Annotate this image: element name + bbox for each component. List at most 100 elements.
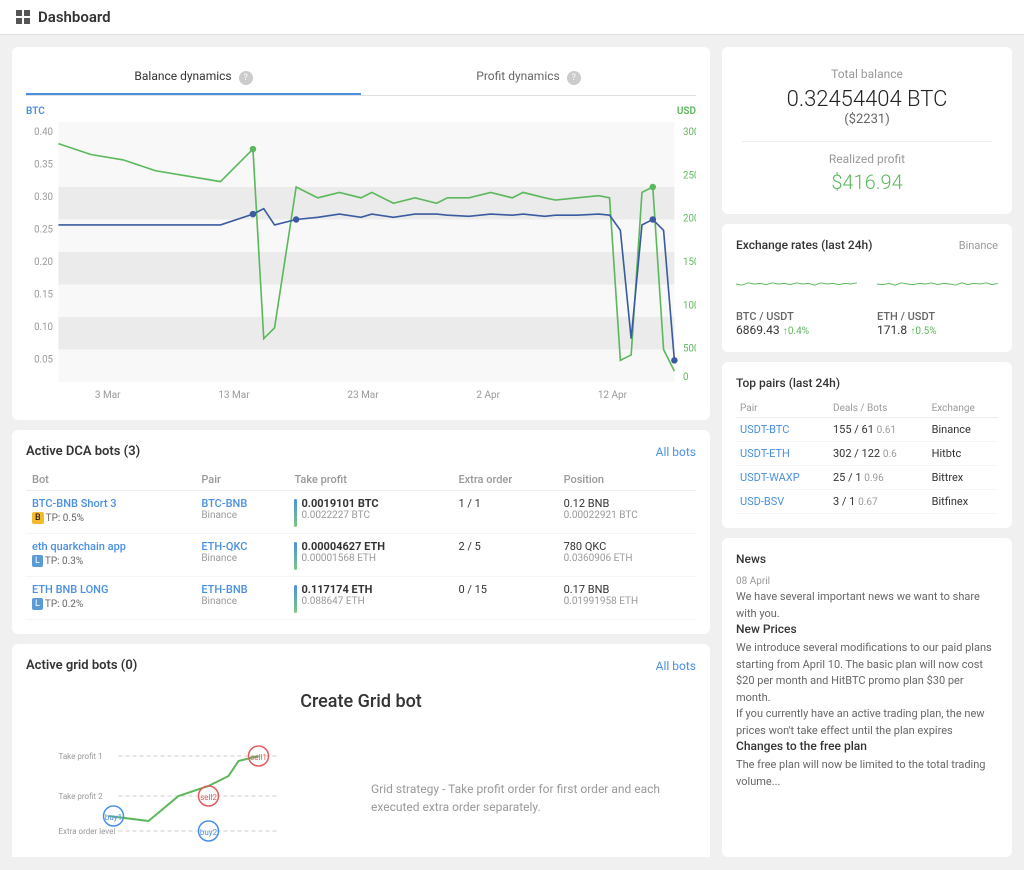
page-title: Dashboard: [38, 8, 111, 26]
grid-diagram: Take profit 1 Take profit 2 Extra order …: [26, 736, 351, 857]
bot-tp-cell: 0.00004627 ETH 0.00001568 ETH: [288, 534, 452, 577]
total-balance-label: Total balance: [742, 67, 992, 81]
svg-text:0.25: 0.25: [34, 224, 53, 235]
grid-all-bots-link[interactable]: All bots: [656, 659, 696, 673]
top-pairs-row: USD-BSV 3 / 1 0.67 Bitfinex: [736, 490, 998, 514]
top-pairs-row: USDT-WAXP 25 / 1 0.96 Bittrex: [736, 466, 998, 490]
news-body-2: If you currently have an active trading …: [736, 706, 998, 739]
svg-text:3000: 3000: [683, 127, 696, 138]
table-row: ETH BNB LONG L TP: 0.2% ETH-BNB Binance …: [26, 577, 696, 620]
table-row: eth quarkchain app L TP: 0.3% ETH-QKC Bi…: [26, 534, 696, 577]
exchange-rates-source: Binance: [959, 239, 998, 252]
col-position: Position: [558, 469, 696, 491]
col-take-profit: Take profit: [288, 469, 452, 491]
top-pair-name: USDT-ETH: [736, 442, 829, 466]
top-pairs-table: Pair Deals / Bots Exchange USDT-BTC 155 …: [736, 400, 998, 514]
top-pair-name: USD-BSV: [736, 490, 829, 514]
svg-text:0.30: 0.30: [34, 192, 53, 203]
svg-text:0.05: 0.05: [34, 354, 53, 365]
rate-items: BTC / USDT 6869.43 ↑0.4% ETH / USDT 171.…: [736, 264, 998, 338]
profit-help-icon[interactable]: ?: [567, 71, 581, 85]
top-pair-exchange: Hitbtc: [928, 442, 998, 466]
svg-text:0.40: 0.40: [34, 127, 53, 138]
grid-bots-header: Active grid bots (0) All bots: [26, 658, 696, 673]
realized-profit-value: $416.94: [742, 170, 992, 194]
svg-text:Extra order level: Extra order level: [59, 827, 116, 836]
svg-text:Take profit 2: Take profit 2: [59, 792, 104, 801]
grid-bots-card: Active grid bots (0) All bots Create Gri…: [12, 644, 710, 857]
news-body-3: The free plan will now be limited to the…: [736, 757, 998, 790]
exchange-rates-card: Exchange rates (last 24h) Binance BTC / …: [722, 224, 1012, 352]
bot-name-cell: eth quarkchain app L TP: 0.3%: [26, 534, 195, 577]
top-pair-name: USDT-WAXP: [736, 466, 829, 490]
top-pair-exchange: Bitfinex: [928, 490, 998, 514]
svg-text:0.20: 0.20: [34, 257, 53, 268]
total-balance-card: Total balance 0.32454404 BTC ($2231) Rea…: [722, 47, 1012, 214]
dca-bots-title: Active DCA bots (3): [26, 444, 140, 459]
rate-price-0: 6869.43 ↑0.4%: [736, 323, 857, 338]
y-label-left: BTC: [26, 106, 45, 117]
bot-position-cell: 780 QKC 0.0360906 ETH: [558, 534, 696, 577]
x-label-3: 23 Mar: [347, 390, 378, 401]
news-card: News 08 AprilWe have several important n…: [722, 538, 1012, 857]
bot-tp-cell: 0.0019101 BTC 0.0022227 BTC: [288, 491, 452, 534]
grid-icon: [16, 10, 30, 24]
x-label-2: 13 Mar: [218, 390, 249, 401]
svg-text:2500: 2500: [683, 170, 696, 181]
chart-card: Balance dynamics ? Profit dynamics ? BTC…: [12, 47, 710, 420]
bot-name-cell: BTC-BNB Short 3 B TP: 0.5%: [26, 491, 195, 534]
left-column: Balance dynamics ? Profit dynamics ? BTC…: [12, 47, 710, 857]
col-deals: Deals / Bots: [829, 400, 928, 418]
bot-extra-cell: 0 / 15: [452, 577, 557, 620]
news-body-0: We have several important news we want t…: [736, 589, 998, 622]
tab-balance-dynamics[interactable]: Balance dynamics ?: [26, 61, 361, 95]
svg-text:0.15: 0.15: [34, 289, 53, 300]
chart-svg: 0.40 0.35 0.30 0.25 0.20 0.15 0.10 0.05 …: [26, 122, 696, 382]
news-content: 08 April We have several important news w…: [736, 576, 998, 790]
svg-text:buy1: buy1: [105, 813, 122, 822]
x-label-1: 3 Mar: [95, 390, 121, 401]
dca-all-bots-link[interactable]: All bots: [656, 445, 696, 459]
exchange-rates-title: Exchange rates (last 24h): [736, 238, 872, 252]
top-pair-deals: 25 / 1 0.96: [829, 466, 928, 490]
dca-bots-table: Bot Pair Take profit Extra order Positio…: [26, 469, 696, 620]
top-pair-exchange: Binance: [928, 418, 998, 442]
svg-text:0: 0: [683, 372, 688, 382]
grid-description-text: Grid strategy - Take profit order for fi…: [371, 780, 696, 816]
bot-pair-cell: BTC-BNB Binance: [195, 491, 288, 534]
create-grid-title: Create Grid bot: [300, 691, 422, 712]
rate-item-1: ETH / USDT 171.8 ↑0.5%: [877, 264, 998, 338]
svg-text:sell1: sell1: [250, 753, 267, 762]
top-pair-deals: 155 / 61 0.61: [829, 418, 928, 442]
rate-pair-0: BTC / USDT: [736, 310, 857, 323]
rate-item-0: BTC / USDT 6869.43 ↑0.4%: [736, 264, 857, 338]
bot-pair-cell: ETH-QKC Binance: [195, 534, 288, 577]
news-date-0: 08 April: [736, 576, 998, 587]
grid-diagram-svg: Take profit 1 Take profit 2 Extra order …: [26, 736, 351, 856]
x-axis: 3 Mar 13 Mar 23 Mar 2 Apr 12 Apr: [26, 390, 696, 401]
bot-pair-cell: ETH-BNB Binance: [195, 577, 288, 620]
rate-pair-1: ETH / USDT: [877, 310, 998, 323]
balance-help-icon[interactable]: ?: [239, 71, 253, 85]
bot-extra-cell: 1 / 1: [452, 491, 557, 534]
grid-bots-title: Active grid bots (0): [26, 658, 137, 673]
svg-text:buy2: buy2: [200, 828, 218, 837]
sparkline-1: [877, 264, 998, 304]
x-label-5: 12 Apr: [598, 390, 627, 401]
svg-text:2000: 2000: [683, 214, 696, 225]
tab-profit-dynamics[interactable]: Profit dynamics ?: [361, 61, 696, 95]
svg-text:500: 500: [683, 344, 696, 355]
top-pair-name: USDT-BTC: [736, 418, 829, 442]
btc-balance: 0.32454404 BTC: [742, 87, 992, 112]
right-column: Total balance 0.32454404 BTC ($2231) Rea…: [722, 47, 1012, 857]
bot-name-cell: ETH BNB LONG L TP: 0.2%: [26, 577, 195, 620]
bot-position-cell: 0.17 BNB 0.01991958 ETH: [558, 577, 696, 620]
bot-extra-cell: 2 / 5: [452, 534, 557, 577]
y-label-right: USD: [677, 106, 696, 117]
chart-tabs: Balance dynamics ? Profit dynamics ?: [26, 61, 696, 96]
svg-text:1000: 1000: [683, 300, 696, 311]
col-extra-order: Extra order: [452, 469, 557, 491]
top-pairs-row: USDT-BTC 155 / 61 0.61 Binance: [736, 418, 998, 442]
chart-area: BTC USD 0.40 0.35 0.30 0.25 0.20: [26, 106, 696, 406]
bot-position-cell: 0.12 BNB 0.00022921 BTC: [558, 491, 696, 534]
